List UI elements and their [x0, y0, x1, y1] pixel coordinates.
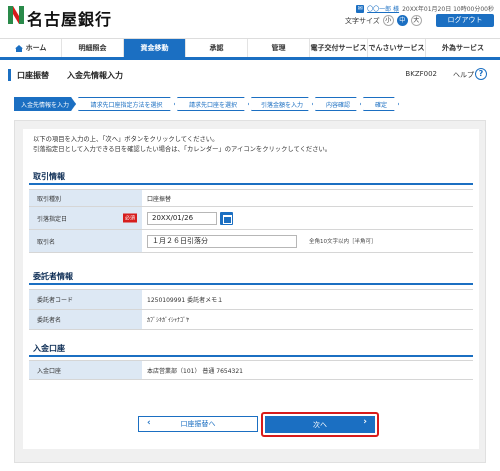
- bank-name: 名古屋銀行: [27, 10, 113, 29]
- step-5: 内容確認: [315, 97, 361, 111]
- deposit-table: 入金口座 本店営業部（101） 普通 7654321: [29, 360, 473, 380]
- title-accent: [8, 69, 11, 81]
- consignor-name-value: ｶﾌﾞｼｷｶﾞｲｼｬﾅｺﾞﾔ: [147, 317, 190, 324]
- font-size-switcher: 文字サイズ 小 中 大: [345, 15, 422, 26]
- intro-text: 以下の項目を入力の上、「次へ」ボタンをクリックしてください。 引落指定日として入…: [33, 135, 331, 155]
- chevron-left-icon: ‹: [147, 418, 151, 428]
- transaction-name-cell: １月２６日引落分 全角10文字以内［半角可］: [142, 230, 473, 252]
- transaction-name-input[interactable]: １月２６日引落分: [147, 234, 297, 248]
- screen-id: BKZF002: [405, 70, 437, 78]
- help-icon[interactable]: ?: [475, 68, 487, 80]
- step-indicator: 入金先情報を入力 請求先口座指定方法を選択 請求先口座を選択 引落金額を入力 内…: [14, 97, 486, 111]
- last-login: 20XX年01月20日 10時00分00秒: [402, 6, 494, 13]
- page-title-bar: 口座振替 入金先情報入力 BKZF002 ヘルプ ?: [8, 66, 492, 84]
- deposit-heading: 入金口座: [29, 343, 473, 357]
- consignor-name-label: 委託者名: [29, 310, 142, 329]
- intro-line-1: 以下の項目を入力の上、「次へ」ボタンをクリックしてください。: [33, 136, 219, 143]
- debit-date-label: 引落指定日: [37, 215, 68, 223]
- debit-date-header: 引落指定日 必須: [29, 207, 142, 229]
- back-button-label: 口座振替へ: [180, 420, 216, 428]
- global-nav: ホーム 明細照会 資金移動 承認 管理 電子交付サービス でんさいサービス 外為…: [0, 38, 500, 60]
- debit-date-cell: 20XX/01/26: [142, 207, 473, 229]
- deposit-account-label: 入金口座: [29, 361, 142, 379]
- step-2: 請求先口座指定方法を選択: [78, 97, 175, 111]
- header: 名古屋銀行 ✉ 〇〇一郎 様 20XX年01月20日 10時00分00秒 文字サ…: [0, 0, 500, 38]
- font-size-medium-button[interactable]: 中: [396, 15, 408, 26]
- nav-e-delivery[interactable]: 電子交付サービス: [310, 39, 368, 57]
- table-row: 委託者コード 1250109991 委託者メモ１: [29, 290, 473, 310]
- page-title: 入金先情報入力: [67, 70, 123, 80]
- consignor-code-value: 1250109991 委託者メモ１: [147, 297, 224, 304]
- transaction-name-label: 取引名: [29, 230, 142, 252]
- form-area: 以下の項目を入力の上、「次へ」ボタンをクリックしてください。 引落指定日として入…: [23, 129, 479, 449]
- transaction-name-note: 全角10文字以内［半角可］: [309, 239, 377, 245]
- chevron-right-icon: ›: [363, 417, 367, 427]
- table-row: 取引名 １月２６日引落分 全角10文字以内［半角可］: [29, 230, 473, 253]
- debit-date-input[interactable]: 20XX/01/26: [147, 211, 217, 225]
- page-category: 口座振替: [17, 70, 49, 80]
- intro-line-2: 引落指定日として入力できる日を確認したい場合は、「カレンダー」のアイコンをクリッ…: [33, 146, 332, 153]
- nav-admin[interactable]: 管理: [248, 39, 310, 57]
- font-size-large-button[interactable]: 大: [410, 15, 422, 26]
- deposit-account-value: 本店営業部（101） 普通 7654321: [147, 367, 243, 375]
- transaction-type-value: 口座振替: [147, 195, 172, 203]
- step-1: 入金先情報を入力: [14, 97, 76, 111]
- font-size-small-button[interactable]: 小: [382, 15, 394, 26]
- next-button[interactable]: 次へ ›: [265, 416, 375, 433]
- nav-forex[interactable]: 外為サービス: [426, 39, 500, 57]
- table-row: 引落指定日 必須 20XX/01/26: [29, 207, 473, 230]
- main-panel: 以下の項目を入力の上、「次へ」ボタンをクリックしてください。 引落指定日として入…: [14, 120, 486, 463]
- nav-home[interactable]: ホーム: [0, 39, 62, 57]
- nav-approval[interactable]: 承認: [186, 39, 248, 57]
- step-6: 確定: [363, 97, 399, 111]
- user-icon: ✉: [356, 4, 365, 13]
- consignor-code-label: 委託者コード: [29, 290, 142, 309]
- table-row: 入金口座 本店営業部（101） 普通 7654321: [29, 361, 473, 380]
- home-icon: [14, 44, 23, 52]
- calendar-icon[interactable]: [220, 211, 233, 225]
- bank-logo-icon: [8, 6, 24, 24]
- nav-statements[interactable]: 明細照会: [62, 39, 124, 57]
- table-row: 取引種別 口座振替: [29, 190, 473, 207]
- user-name-link[interactable]: 〇〇一郎 様: [367, 4, 399, 13]
- nav-densai[interactable]: でんさいサービス: [368, 39, 426, 57]
- consignor-table: 委託者コード 1250109991 委託者メモ１ 委託者名 ｶﾌﾞｼｷｶﾞｲｼｬ…: [29, 289, 473, 330]
- required-badge: 必須: [122, 213, 137, 223]
- transaction-table: 取引種別 口座振替 引落指定日 必須 20XX/01/26 取引名 １月２６日引…: [29, 189, 473, 253]
- step-4: 引落金額を入力: [251, 97, 313, 111]
- next-button-label: 次へ: [313, 420, 327, 429]
- logout-button[interactable]: ログアウト: [436, 14, 494, 27]
- nav-transfer[interactable]: 資金移動: [124, 39, 186, 57]
- user-info: ✉ 〇〇一郎 様 20XX年01月20日 10時00分00秒: [356, 4, 494, 13]
- table-row: 委託者名 ｶﾌﾞｼｷｶﾞｲｼｬﾅｺﾞﾔ: [29, 310, 473, 330]
- transaction-heading: 取引情報: [29, 171, 473, 185]
- help-label[interactable]: ヘルプ: [453, 70, 474, 80]
- consignor-heading: 委託者情報: [29, 271, 473, 285]
- step-3: 請求先口座を選択: [177, 97, 249, 111]
- transaction-type-label: 取引種別: [29, 190, 142, 206]
- back-to-transfer-button[interactable]: ‹ 口座振替へ: [138, 416, 258, 432]
- font-size-label: 文字サイズ: [345, 16, 380, 25]
- nav-home-label: ホーム: [25, 44, 47, 52]
